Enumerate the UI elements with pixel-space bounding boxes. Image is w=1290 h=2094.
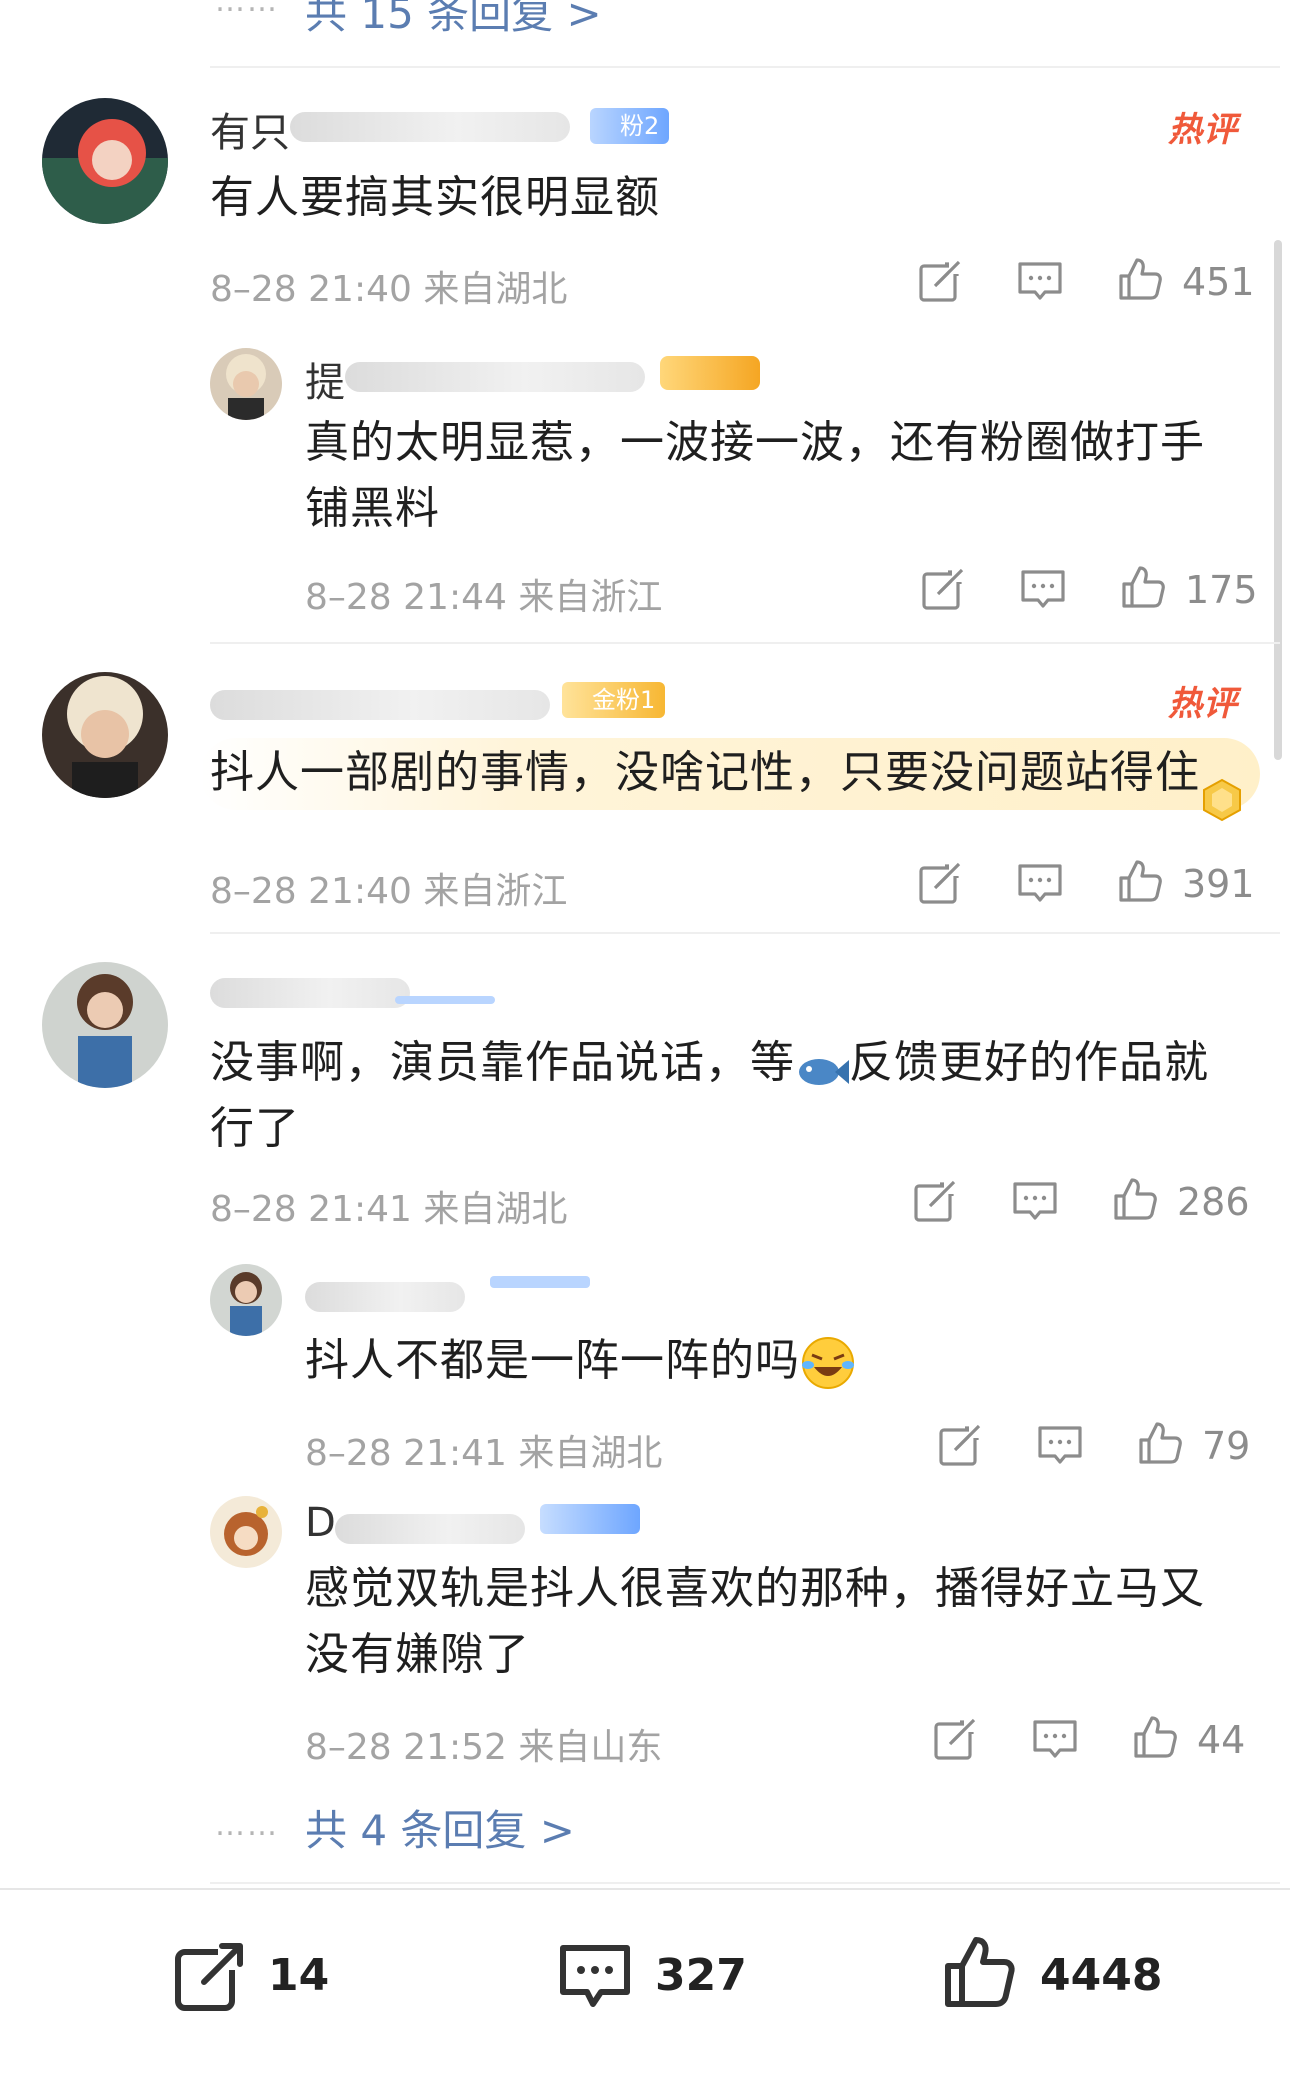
username-blurred bbox=[335, 1514, 525, 1544]
fish-emoji-icon bbox=[795, 1045, 849, 1085]
fan-badge bbox=[395, 996, 495, 1004]
comment-icon[interactable] bbox=[1015, 256, 1065, 306]
comment-meta: 8–28 21:41 来自湖北 bbox=[305, 1433, 663, 1474]
username[interactable]: 提 bbox=[305, 350, 345, 408]
more-replies-link[interactable]: 共 15 条回复 > bbox=[305, 0, 602, 41]
comment-icon[interactable] bbox=[1015, 858, 1065, 908]
comment-text: 抖人不都是一阵一阵的吗 bbox=[305, 1328, 1245, 1394]
username-blurred bbox=[210, 690, 550, 720]
username[interactable]: D bbox=[305, 1500, 336, 1546]
username-blurred bbox=[290, 112, 570, 142]
avatar[interactable] bbox=[210, 1496, 282, 1568]
divider bbox=[210, 1882, 1280, 1884]
like-button[interactable]: 4448 bbox=[940, 1890, 1200, 2050]
comment-meta: 8–28 21:52 来自山东 bbox=[305, 1727, 663, 1768]
like-total: 4448 bbox=[1040, 1950, 1163, 2001]
comment-meta: 8–28 21:41 来自湖北 bbox=[210, 1189, 568, 1230]
hot-comment-label: 热评 bbox=[1168, 110, 1238, 150]
comment-text: 没事啊，演员靠作品说话，等 反馈更好的作品就行了 bbox=[210, 1037, 1209, 1154]
username-blurred bbox=[305, 1282, 465, 1312]
like-count: 175 bbox=[1185, 568, 1258, 612]
like-count: 391 bbox=[1182, 862, 1255, 906]
share-icon[interactable] bbox=[930, 1714, 980, 1764]
avatar[interactable] bbox=[42, 962, 168, 1088]
comment-text: 真的太明显惹，一波接一波，还有粉圈做打手铺黑料 bbox=[305, 417, 1205, 534]
like-count: 79 bbox=[1202, 1424, 1251, 1468]
more-replies-link[interactable]: 共 4 条回复 > bbox=[305, 1797, 575, 1858]
comment-meta: 8–28 21:40 来自湖北 bbox=[210, 269, 568, 310]
avatar[interactable] bbox=[42, 672, 168, 798]
thumb-up-icon[interactable] bbox=[1135, 1418, 1185, 1468]
fan-badge bbox=[490, 1276, 590, 1288]
comment-icon[interactable] bbox=[1035, 1420, 1085, 1470]
hot-comment-label: 热评 bbox=[1168, 684, 1238, 724]
laugh-cry-emoji-icon bbox=[800, 1335, 856, 1391]
more-dots: …… bbox=[215, 1808, 279, 1843]
thumb-up-icon bbox=[940, 1932, 1020, 2012]
gold-medal-icon bbox=[1198, 776, 1246, 824]
divider bbox=[210, 642, 1280, 644]
thumb-up-icon[interactable] bbox=[1130, 1712, 1180, 1762]
share-icon[interactable] bbox=[910, 1176, 960, 1226]
comment-meta: 8–28 21:44 来自浙江 bbox=[305, 577, 663, 618]
share-icon bbox=[170, 1936, 250, 2016]
fan-badge bbox=[540, 1504, 640, 1534]
like-count: 286 bbox=[1177, 1180, 1250, 1224]
username[interactable]: 有只 bbox=[210, 100, 290, 158]
thumb-up-icon[interactable] bbox=[1118, 562, 1168, 612]
share-icon[interactable] bbox=[935, 1420, 985, 1470]
comment-icon[interactable] bbox=[1018, 564, 1068, 614]
comment-text: 有人要搞其实很明显额 bbox=[210, 172, 660, 223]
thumb-up-icon[interactable] bbox=[1115, 254, 1165, 304]
thumb-up-icon[interactable] bbox=[1115, 856, 1165, 906]
share-icon[interactable] bbox=[915, 858, 965, 908]
like-count: 44 bbox=[1197, 1718, 1246, 1762]
thumb-up-icon[interactable] bbox=[1110, 1174, 1160, 1224]
divider bbox=[210, 932, 1280, 934]
avatar[interactable] bbox=[210, 348, 282, 420]
comment-icon[interactable] bbox=[1010, 1176, 1060, 1226]
share-count: 14 bbox=[268, 1950, 330, 2001]
comment-count: 327 bbox=[655, 1950, 747, 2001]
comment-text: 感觉双轨是抖人很喜欢的那种，播得好立马又没有嫌隙了 bbox=[305, 1563, 1205, 1680]
scrollbar[interactable] bbox=[1274, 240, 1282, 760]
like-count: 451 bbox=[1182, 260, 1255, 304]
comment-text: 抖人一部剧的事情，没啥记性，只要没问题站得住 bbox=[210, 747, 1200, 798]
avatar[interactable] bbox=[42, 98, 168, 224]
more-dots: …… bbox=[215, 0, 279, 19]
comment-button[interactable]: 327 bbox=[555, 1890, 795, 2050]
username-blurred bbox=[210, 978, 410, 1008]
fan-badge: 金粉1 bbox=[562, 682, 666, 718]
comment-icon bbox=[555, 1936, 635, 2016]
share-icon[interactable] bbox=[918, 564, 968, 614]
comment-meta: 8–28 21:40 来自浙江 bbox=[210, 871, 568, 912]
bottom-action-bar: 14 327 4448 bbox=[0, 1890, 1290, 2094]
divider bbox=[210, 66, 1280, 68]
fan-badge: 粉2 bbox=[590, 108, 670, 144]
share-button[interactable]: 14 bbox=[170, 1890, 380, 2050]
avatar[interactable] bbox=[210, 1264, 282, 1336]
username-blurred bbox=[345, 362, 645, 392]
fan-badge bbox=[660, 356, 760, 390]
share-icon[interactable] bbox=[915, 256, 965, 306]
comment-icon[interactable] bbox=[1030, 1714, 1080, 1764]
